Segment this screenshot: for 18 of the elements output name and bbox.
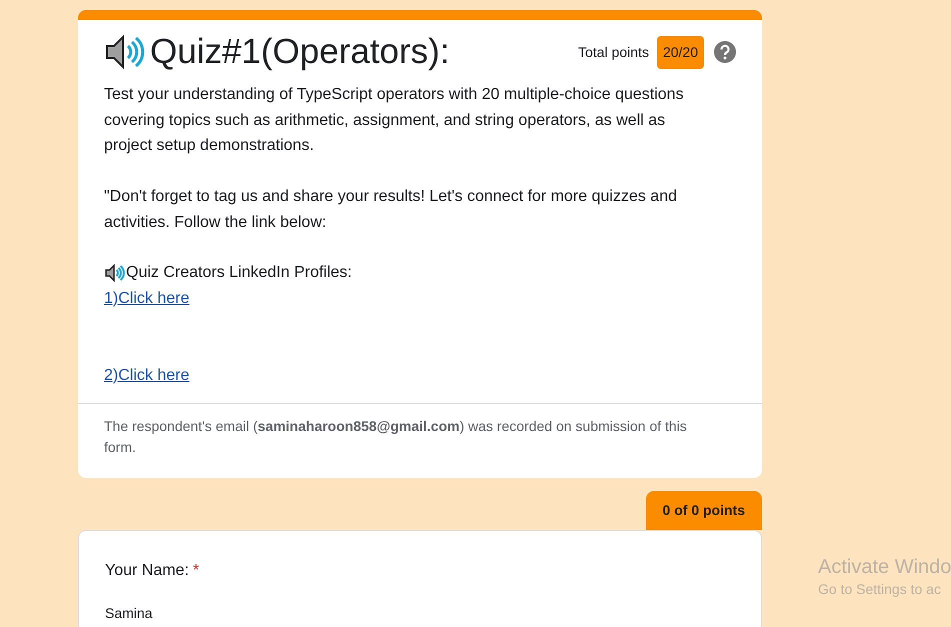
description-text: "Don't forget to tag us and share your results! Let's connect for more quizzes and activities. Follow the link below: [104, 187, 678, 232]
description-text: Test your understanding of TypeScript operators with 20 multiple-choice questions covering topics such as arithmetic, assignment, and string operators, as well as project setup demonstrations. [104, 85, 685, 156]
activation-notice-title: Activate Windo [818, 555, 951, 579]
points-badge: 0 of 0 points [646, 490, 762, 530]
help-icon[interactable] [714, 41, 736, 63]
question-label: Your Name: [105, 562, 189, 578]
profile-link[interactable]: 1)Click here [104, 290, 190, 306]
total-points-badge: 20/20 [656, 36, 704, 68]
links-heading: Quiz Creators LinkedIn Profiles: [126, 263, 352, 283]
email-note: The respondent's email (saminaharoon858@gmail.com) was recorded on submission of this form. [104, 416, 688, 456]
required-mark: * [192, 562, 200, 578]
answer-text: Samina [105, 604, 154, 622]
activation-notice-text: Go to Settings to ac [818, 580, 942, 599]
speaker-icon [104, 264, 126, 282]
speaker-icon [104, 34, 146, 70]
total-points-label: Total points [578, 42, 649, 62]
profile-link[interactable]: 2)Click here [104, 367, 190, 384]
quiz-title: Quiz#1(Operators): [150, 31, 450, 73]
